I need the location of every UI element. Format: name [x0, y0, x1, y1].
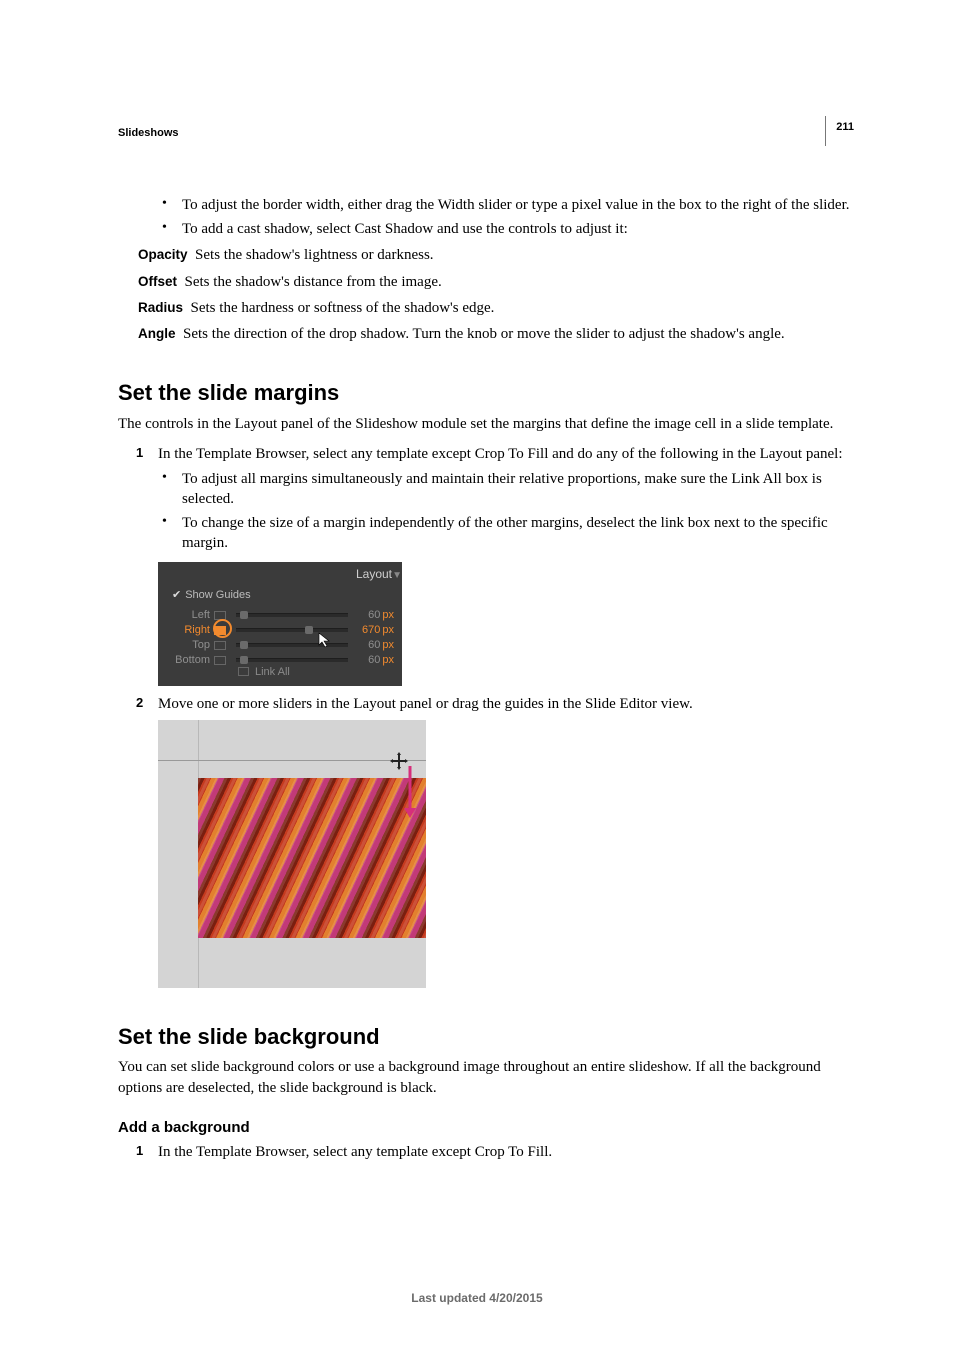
slide-image	[198, 778, 426, 938]
body-text: You can set slide background colors or u…	[118, 1057, 854, 1098]
step-text: In the Template Browser, select any temp…	[158, 1142, 552, 1162]
definition-term: Offset	[138, 274, 177, 289]
link-checkbox	[214, 641, 226, 650]
slider-label: Bottom	[168, 653, 210, 668]
page-footer: Last updated 4/20/2015	[0, 1290, 954, 1306]
body-text: To add a cast shadow, select Cast Shadow…	[182, 219, 628, 239]
page-number-rule	[825, 116, 826, 146]
show-guides-checkbox: ✔Show Guides	[172, 588, 251, 603]
body-text: To change the size of a margin independe…	[182, 513, 854, 554]
figure-layout-panel: Layout ▼ ✔Show Guides Left 60px Right 67…	[158, 562, 402, 686]
slider-value: 60px	[354, 608, 394, 623]
heading-set-slide-margins: Set the slide margins	[118, 378, 854, 408]
step-number: 2	[136, 694, 158, 712]
left-slider	[236, 613, 348, 617]
drag-arrow-icon	[402, 764, 418, 820]
link-checkbox	[214, 656, 226, 665]
step-text: In the Template Browser, select any temp…	[158, 444, 843, 464]
bullet-icon: •	[162, 469, 182, 488]
slider-value: 670px	[354, 623, 394, 638]
body-text: The controls in the Layout panel of the …	[118, 414, 854, 434]
figure-slide-editor-guides	[158, 720, 426, 988]
callout-circle-icon	[213, 619, 232, 638]
step-text: Move one or more sliders in the Layout p…	[158, 694, 693, 714]
link-all-checkbox: Link All	[238, 665, 290, 680]
body-text: To adjust the border width, either drag …	[182, 195, 850, 215]
definition-term: Angle	[138, 326, 176, 341]
bullet-icon: •	[162, 219, 182, 238]
slider-value: 60px	[354, 638, 394, 653]
slider-label: Right	[168, 623, 210, 638]
body-text: To adjust all margins simultaneously and…	[182, 469, 854, 510]
definition-text: Sets the shadow's distance from the imag…	[185, 274, 442, 290]
step-number: 1	[136, 444, 158, 462]
definition-text: Sets the direction of the drop shadow. T…	[183, 326, 785, 342]
bullet-icon: •	[162, 513, 182, 532]
collapse-icon: ▼	[392, 569, 402, 583]
checkmark-icon: ✔	[172, 589, 181, 601]
panel-title: Layout	[356, 566, 392, 582]
heading-add-background: Add a background	[118, 1118, 854, 1138]
slider-value: 60px	[354, 653, 394, 668]
bottom-slider	[236, 658, 348, 662]
running-header: Slideshows	[118, 126, 854, 141]
heading-set-slide-background: Set the slide background	[118, 1022, 854, 1052]
definition-term: Opacity	[138, 247, 188, 262]
cursor-icon	[318, 632, 334, 648]
step-number: 1	[136, 1142, 158, 1160]
guide-line	[158, 760, 426, 761]
bullet-icon: •	[162, 195, 182, 214]
definition-text: Sets the shadow's lightness or darkness.	[195, 247, 434, 263]
page-number: 211	[836, 120, 854, 135]
definition-text: Sets the hardness or softness of the sha…	[191, 300, 495, 316]
slider-label: Top	[168, 638, 210, 653]
definition-term: Radius	[138, 300, 183, 315]
slider-label: Left	[168, 608, 210, 623]
